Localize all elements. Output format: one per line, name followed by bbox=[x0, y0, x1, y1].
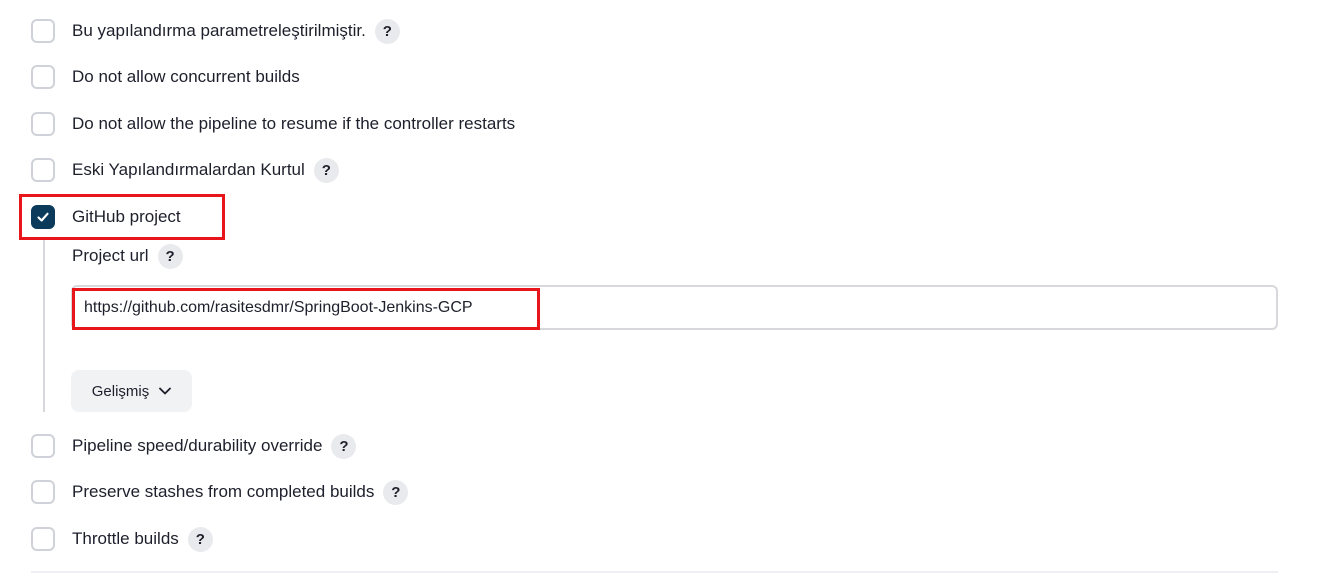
advanced-button[interactable]: Gelişmiş bbox=[71, 370, 192, 412]
option-pipeline-durability: Pipeline speed/durability override ? bbox=[31, 432, 357, 460]
option-parameterized: Bu yapılandırma parametreleştirilmiştir.… bbox=[31, 17, 400, 45]
option-no-resume: Do not allow the pipeline to resume if t… bbox=[31, 110, 515, 138]
option-label: Preserve stashes from completed builds bbox=[72, 482, 375, 501]
help-icon[interactable]: ? bbox=[374, 18, 400, 44]
section-divider bbox=[31, 571, 1278, 573]
configuration-options-panel: Bu yapılandırma parametreleştirilmiştir.… bbox=[0, 0, 1328, 581]
option-no-concurrent-builds: Do not allow concurrent builds bbox=[31, 63, 300, 91]
project-url-label-row: Project url ? bbox=[72, 243, 183, 269]
check-icon bbox=[37, 212, 49, 222]
option-label: Do not allow the pipeline to resume if t… bbox=[72, 114, 516, 133]
help-icon[interactable]: ? bbox=[157, 243, 183, 269]
checkbox-pipeline-durability[interactable] bbox=[31, 434, 55, 458]
option-label: Throttle builds bbox=[72, 529, 179, 548]
checkbox-github-project[interactable] bbox=[31, 205, 55, 229]
option-label: Pipeline speed/durability override bbox=[72, 436, 323, 455]
option-label: Bu yapılandırma parametreleştirilmiştir. bbox=[72, 21, 366, 40]
checkbox-parameterized[interactable] bbox=[31, 19, 55, 43]
option-preserve-stashes: Preserve stashes from completed builds ? bbox=[31, 478, 409, 506]
option-label: GitHub project bbox=[72, 207, 181, 226]
advanced-label: Gelişmiş bbox=[91, 382, 150, 400]
option-throttle-builds: Throttle builds ? bbox=[31, 525, 213, 553]
option-label: Do not allow concurrent builds bbox=[72, 67, 300, 86]
checkbox-preserve-stashes[interactable] bbox=[31, 480, 55, 504]
project-url-input[interactable] bbox=[71, 285, 1278, 330]
nested-section-divider bbox=[43, 240, 45, 412]
help-icon[interactable]: ? bbox=[383, 479, 409, 505]
help-icon[interactable]: ? bbox=[313, 157, 339, 183]
option-label: Eski Yapılandırmalardan Kurtul bbox=[72, 160, 305, 179]
checkbox-discard-old-builds[interactable] bbox=[31, 158, 55, 182]
option-github-project: GitHub project bbox=[31, 203, 181, 231]
help-icon[interactable]: ? bbox=[187, 526, 213, 552]
checkbox-throttle-builds[interactable] bbox=[31, 527, 55, 551]
option-discard-old-builds: Eski Yapılandırmalardan Kurtul ? bbox=[31, 156, 339, 184]
checkbox-no-concurrent-builds[interactable] bbox=[31, 65, 55, 89]
checkbox-no-resume[interactable] bbox=[31, 112, 55, 136]
chevron-down-icon bbox=[159, 387, 172, 395]
project-url-label: Project url bbox=[72, 246, 149, 265]
help-icon[interactable]: ? bbox=[331, 433, 357, 459]
